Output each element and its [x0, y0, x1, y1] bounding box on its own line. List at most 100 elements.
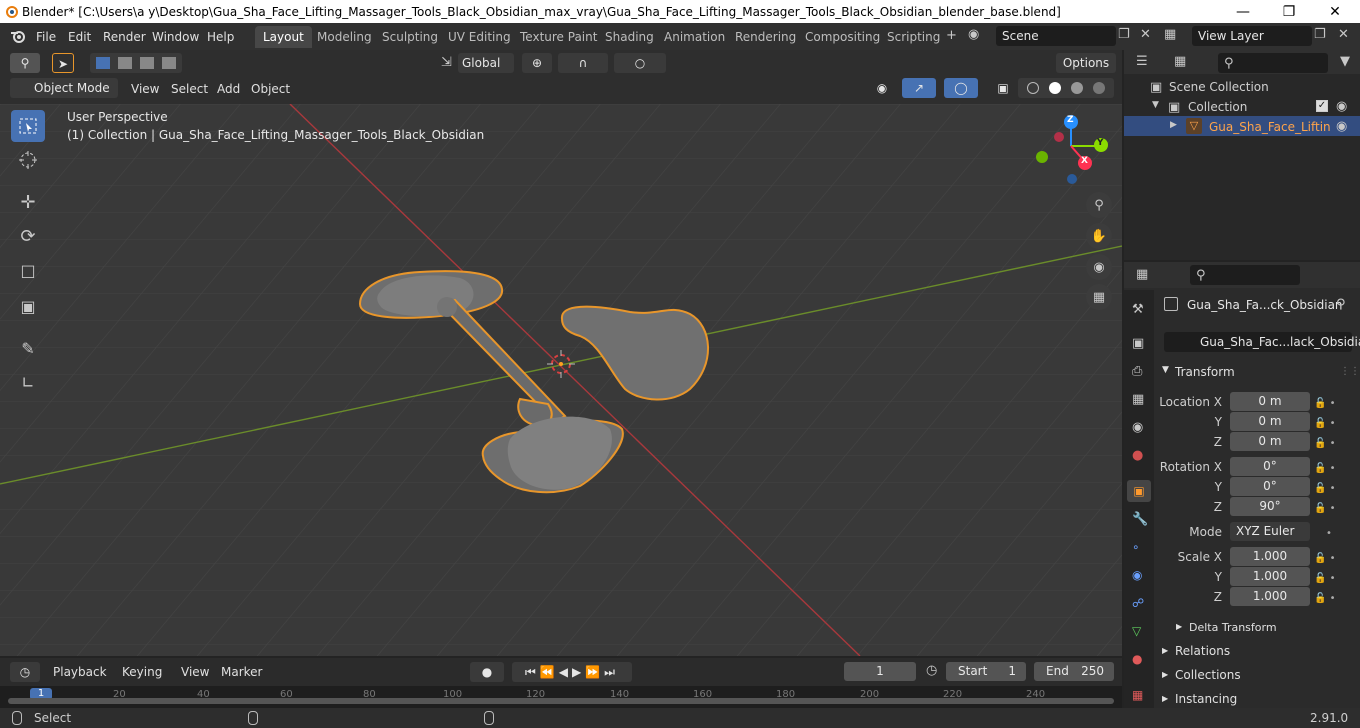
- visibility-icon[interactable]: ◉: [866, 78, 898, 98]
- menu-keying[interactable]: Keying: [122, 663, 162, 681]
- options-button[interactable]: Options: [1056, 53, 1116, 73]
- overlay-toggle-icon[interactable]: ◯: [944, 78, 978, 98]
- close-icon[interactable]: ✕: [1312, 0, 1358, 23]
- lock-icon[interactable]: 🔓 •: [1314, 569, 1336, 589]
- expand-arrow-icon[interactable]: ▶: [1170, 120, 1177, 130]
- transform-panel-header[interactable]: Transform: [1175, 365, 1235, 379]
- menu-render[interactable]: Render: [103, 27, 146, 47]
- tab-sculpting[interactable]: Sculpting: [374, 26, 446, 48]
- properties-search-input[interactable]: ⚲: [1190, 265, 1300, 285]
- tool-move-icon[interactable]: ✛: [11, 186, 45, 218]
- tool-measure-icon[interactable]: ∟: [11, 366, 45, 398]
- blender-menu-icon[interactable]: [10, 28, 26, 47]
- minimize-icon[interactable]: —: [1220, 0, 1266, 23]
- tool-cursor-icon[interactable]: [11, 144, 45, 176]
- object-tab-icon[interactable]: ▣: [1127, 480, 1151, 502]
- delta-expand-icon[interactable]: ▶: [1176, 622, 1182, 631]
- auto-keying-icon[interactable]: ●: [470, 662, 504, 682]
- shading-mode-buttons[interactable]: [1018, 78, 1114, 98]
- particles-tab-icon[interactable]: ∘: [1132, 540, 1140, 554]
- xray-icon[interactable]: ▣: [994, 78, 1012, 98]
- display-mode-icon[interactable]: ▦: [1174, 54, 1186, 69]
- current-frame-field[interactable]: 1: [844, 662, 916, 681]
- output-tab-icon[interactable]: ⎙: [1132, 364, 1142, 379]
- new-view-layer-icon[interactable]: ❐: [1314, 27, 1326, 42]
- editor-type-icon[interactable]: ⚲: [10, 53, 40, 73]
- outliner-search-input[interactable]: ⚲: [1218, 53, 1328, 73]
- object-eye-icon[interactable]: ◉: [1336, 119, 1347, 134]
- tab-rendering[interactable]: Rendering: [727, 26, 804, 48]
- transform-collapse-icon[interactable]: ▼: [1162, 365, 1169, 375]
- texture-tab-icon[interactable]: ▦: [1132, 688, 1143, 702]
- scale-y-field[interactable]: 1.000: [1230, 567, 1310, 586]
- tool-select-box-icon[interactable]: [11, 110, 45, 142]
- mode-selector[interactable]: Object Mode: [10, 78, 118, 98]
- outliner-scene-collection[interactable]: Scene Collection: [1169, 80, 1269, 94]
- lock-icon[interactable]: 🔓 •: [1314, 589, 1336, 609]
- outliner-editor-icon[interactable]: ☰: [1136, 54, 1148, 69]
- properties-editor-icon[interactable]: ▦: [1136, 267, 1148, 282]
- ortho-grid-icon[interactable]: ▦: [1086, 284, 1112, 310]
- eye-icon[interactable]: ◉: [1336, 99, 1347, 114]
- lock-icon[interactable]: 🔓 •: [1314, 459, 1336, 479]
- modifier-tab-icon[interactable]: 🔧: [1132, 512, 1148, 527]
- menu-object[interactable]: Object: [251, 80, 290, 98]
- proportional-editing-icon[interactable]: ○: [614, 53, 666, 73]
- transform-orientation-select[interactable]: Global: [458, 53, 514, 73]
- tab-compositing[interactable]: Compositing: [797, 26, 888, 48]
- location-y-field[interactable]: 0 m: [1230, 412, 1310, 431]
- delta-transform-header[interactable]: Delta Transform: [1189, 621, 1277, 634]
- scene-icon[interactable]: ◉: [968, 27, 979, 42]
- rotation-x-field[interactable]: 0°: [1230, 457, 1310, 476]
- scale-x-field[interactable]: 1.000: [1230, 547, 1310, 566]
- menu-file[interactable]: File: [36, 27, 56, 47]
- data-tab-icon[interactable]: ▽: [1132, 624, 1141, 638]
- lock-icon[interactable]: 🔓 •: [1314, 549, 1336, 569]
- render-tab-icon[interactable]: ▣: [1132, 336, 1144, 351]
- tab-texture-paint[interactable]: Texture Paint: [512, 26, 605, 48]
- new-scene-icon[interactable]: ❐: [1118, 27, 1130, 42]
- collection-checkbox[interactable]: ✓: [1316, 100, 1328, 112]
- object-datablock-field[interactable]: Gua_Sha_Fac...lack_Obsidian: [1164, 332, 1360, 352]
- zoom-icon[interactable]: ⚲: [1086, 192, 1112, 218]
- tool-rotate-icon[interactable]: ⟳: [11, 220, 45, 252]
- material-tab-icon[interactable]: ●: [1132, 652, 1142, 666]
- remove-view-layer-icon[interactable]: ✕: [1338, 27, 1349, 42]
- menu-playback[interactable]: Playback: [53, 663, 107, 681]
- tab-layout[interactable]: Layout: [255, 26, 312, 48]
- camera-icon[interactable]: ◉: [1086, 254, 1112, 280]
- scene-tab-icon[interactable]: ◉: [1132, 420, 1143, 435]
- collections-header[interactable]: Collections: [1175, 668, 1241, 682]
- pan-hand-icon[interactable]: ✋: [1086, 223, 1112, 249]
- rotation-z-field[interactable]: 90°: [1230, 497, 1310, 516]
- select-tool-icon[interactable]: ➤: [52, 53, 74, 73]
- rotation-y-field[interactable]: 0°: [1230, 477, 1310, 496]
- tab-animation[interactable]: Animation: [656, 26, 733, 48]
- menu-marker[interactable]: Marker: [221, 663, 262, 681]
- world-tab-icon[interactable]: ●: [1132, 448, 1143, 463]
- relations-header[interactable]: Relations: [1175, 644, 1230, 658]
- pivot-point-icon[interactable]: ⊕: [522, 53, 552, 73]
- view-layer-icon[interactable]: ▦: [1164, 27, 1176, 42]
- outliner-object-name[interactable]: Gua_Sha_Face_Liftin: [1209, 120, 1331, 134]
- end-frame-field[interactable]: End 250: [1034, 662, 1114, 681]
- menu-view[interactable]: View: [131, 80, 159, 98]
- lock-icon[interactable]: 🔓 •: [1314, 479, 1336, 499]
- scene-selector[interactable]: Scene: [996, 26, 1116, 46]
- transform-drag-icon[interactable]: ⋮⋮: [1340, 366, 1360, 377]
- collections-expand-icon[interactable]: ▶: [1162, 670, 1168, 679]
- lock-icon[interactable]: 🔓 •: [1314, 394, 1336, 414]
- location-x-field[interactable]: 0 m: [1230, 392, 1310, 411]
- menu-timeline-view[interactable]: View: [181, 663, 209, 681]
- lock-icon[interactable]: 🔓 •: [1314, 434, 1336, 454]
- instancing-header[interactable]: Instancing: [1175, 692, 1237, 706]
- lock-icon[interactable]: 🔓 •: [1314, 414, 1336, 434]
- menu-help[interactable]: Help: [207, 27, 234, 47]
- stopwatch-icon[interactable]: ◷: [926, 663, 937, 678]
- scale-z-field[interactable]: 1.000: [1230, 587, 1310, 606]
- relations-expand-icon[interactable]: ▶: [1162, 646, 1168, 655]
- view-layer-tab-icon[interactable]: ▦: [1132, 392, 1144, 407]
- timeline-scrollbar[interactable]: [8, 698, 1114, 704]
- rotation-mode-select[interactable]: XYZ Euler: [1230, 522, 1310, 541]
- menu-select[interactable]: Select: [171, 80, 208, 98]
